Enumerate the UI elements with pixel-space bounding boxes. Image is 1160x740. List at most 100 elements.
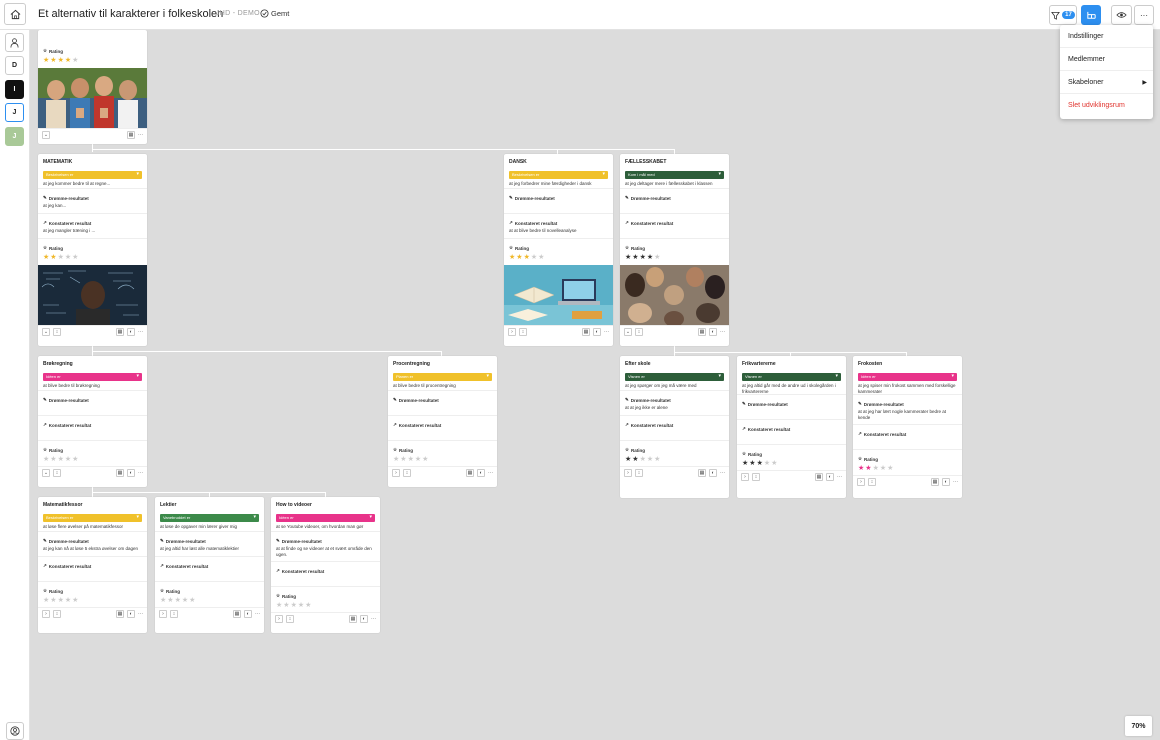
calendar-icon[interactable]: ▦ bbox=[815, 472, 823, 481]
status-dropdown[interactable]: Beskrivelsen er bbox=[509, 171, 608, 179]
calendar-icon[interactable]: ▦ bbox=[582, 327, 590, 336]
drag-icon[interactable]: ↕ bbox=[752, 472, 760, 481]
sidebar-item-i[interactable]: I bbox=[5, 80, 24, 99]
status-dropdown[interactable]: Planen er bbox=[393, 373, 492, 381]
calendar-icon[interactable]: ▦ bbox=[698, 468, 706, 477]
card-lektier[interactable]: Lektier Vanebruddet er at løse de opgave… bbox=[155, 497, 264, 633]
star-empty-icon[interactable]: ★ bbox=[50, 597, 57, 604]
star-empty-icon[interactable]: ★ bbox=[58, 456, 65, 463]
star-rating[interactable]: ★★★★★ bbox=[271, 601, 380, 612]
star-empty-icon[interactable]: ★ bbox=[72, 597, 79, 604]
calendar-icon[interactable]: ▦ bbox=[931, 477, 939, 486]
ellipsis-icon[interactable]: ··· bbox=[255, 611, 260, 617]
copy-icon[interactable]: ◐ bbox=[709, 327, 717, 336]
star-rating[interactable]: ★★★★★ bbox=[737, 459, 846, 470]
zoom-level[interactable]: 70% bbox=[1125, 716, 1152, 736]
star-rating[interactable]: ★★★★★ bbox=[38, 56, 147, 67]
drag-icon[interactable]: ↕ bbox=[53, 609, 61, 618]
account-button[interactable] bbox=[6, 722, 24, 740]
card-frikvartererne[interactable]: Frikvartererne Visnen er at jeg altid gå… bbox=[737, 356, 846, 498]
star-empty-icon[interactable]: ★ bbox=[50, 456, 57, 463]
card-efter-skole[interactable]: Efter skole Visnen er at jeg spørger om … bbox=[620, 356, 729, 498]
more-options-button[interactable]: ··· bbox=[1134, 5, 1154, 25]
chevron-down-icon[interactable]: ⌄ bbox=[42, 130, 50, 139]
star-filled-icon[interactable]: ★ bbox=[50, 57, 57, 64]
star-empty-icon[interactable]: ★ bbox=[175, 597, 182, 604]
copy-icon[interactable]: ◐ bbox=[244, 609, 252, 618]
drag-icon[interactable]: ↕ bbox=[170, 609, 178, 618]
copy-icon[interactable]: ◐ bbox=[360, 614, 368, 623]
star-filled-icon[interactable]: ★ bbox=[524, 254, 531, 261]
copy-icon[interactable]: ◐ bbox=[477, 468, 485, 477]
status-dropdown[interactable]: Visnen er bbox=[742, 373, 841, 381]
star-empty-icon[interactable]: ★ bbox=[72, 456, 79, 463]
drag-icon[interactable]: ↕ bbox=[403, 468, 411, 477]
card-procentregning[interactable]: Procentregning Planen er at blive bedre … bbox=[388, 356, 497, 487]
card-dansk[interactable]: DANSK Beskrivelsen er at jeg forbedrer m… bbox=[504, 154, 613, 346]
copy-icon[interactable]: ◐ bbox=[127, 468, 135, 477]
drag-icon[interactable]: ↕ bbox=[53, 327, 61, 336]
card-how-to-videoer[interactable]: How to videoer Idéen er at se Youtube vi… bbox=[271, 497, 380, 633]
chevron-down-icon[interactable]: › bbox=[857, 477, 865, 486]
star-rating[interactable]: ★★★★★ bbox=[853, 464, 962, 475]
star-filled-icon[interactable]: ★ bbox=[516, 254, 523, 261]
star-empty-icon[interactable]: ★ bbox=[400, 456, 407, 463]
ellipsis-icon[interactable]: ··· bbox=[720, 470, 725, 476]
status-dropdown[interactable]: Kom i mål med bbox=[625, 171, 724, 179]
drag-icon[interactable]: ↕ bbox=[635, 327, 643, 336]
copy-icon[interactable]: ◐ bbox=[709, 468, 717, 477]
star-filled-icon[interactable]: ★ bbox=[640, 254, 647, 261]
copy-icon[interactable]: ◐ bbox=[127, 609, 135, 618]
star-empty-icon[interactable]: ★ bbox=[873, 465, 880, 472]
ellipsis-icon[interactable]: ··· bbox=[138, 470, 143, 476]
filter-button[interactable]: 17 bbox=[1049, 5, 1077, 25]
star-rating[interactable]: ★★★★★ bbox=[504, 253, 613, 264]
chevron-down-icon[interactable]: › bbox=[159, 609, 167, 618]
calendar-icon[interactable]: ▦ bbox=[233, 609, 241, 618]
status-dropdown[interactable]: Idéen er bbox=[276, 514, 375, 522]
calendar-icon[interactable]: ▦ bbox=[116, 468, 124, 477]
copy-icon[interactable]: ◐ bbox=[826, 472, 834, 481]
sidebar-item-j[interactable]: J bbox=[5, 103, 24, 122]
tree-view-button[interactable] bbox=[1081, 5, 1101, 25]
calendar-icon[interactable]: ▦ bbox=[349, 614, 357, 623]
calendar-icon[interactable]: ▦ bbox=[116, 609, 124, 618]
card-broekregning[interactable]: Brøkregning Idéen er at blive bedre til … bbox=[38, 356, 147, 487]
sidebar-person-button[interactable] bbox=[5, 33, 24, 52]
chevron-down-icon[interactable]: › bbox=[624, 468, 632, 477]
chevron-down-icon[interactable]: › bbox=[508, 327, 516, 336]
star-rating[interactable]: ★★★★★ bbox=[38, 253, 147, 264]
star-empty-icon[interactable]: ★ bbox=[538, 254, 545, 261]
ellipsis-icon[interactable]: ··· bbox=[138, 611, 143, 617]
star-empty-icon[interactable]: ★ bbox=[58, 254, 65, 261]
star-filled-icon[interactable]: ★ bbox=[757, 460, 764, 467]
status-dropdown[interactable]: Beskrivelsen er bbox=[43, 514, 142, 522]
chevron-down-icon[interactable]: › bbox=[392, 468, 400, 477]
star-empty-icon[interactable]: ★ bbox=[422, 456, 429, 463]
star-empty-icon[interactable]: ★ bbox=[167, 597, 174, 604]
star-empty-icon[interactable]: ★ bbox=[305, 602, 312, 609]
star-rating[interactable]: ★★★★★ bbox=[620, 455, 729, 466]
star-filled-icon[interactable]: ★ bbox=[632, 254, 639, 261]
star-rating[interactable]: ★★★★★ bbox=[38, 455, 147, 466]
status-dropdown[interactable]: Vanebruddet er bbox=[160, 514, 259, 522]
card-faellesskabet[interactable]: FÆLLESSKABET Kom i mål med at jeg deltag… bbox=[620, 154, 729, 346]
sidebar-item-j-green[interactable]: J bbox=[5, 127, 24, 146]
menu-item-delete-room[interactable]: Slet udviklingsrum bbox=[1060, 94, 1153, 117]
ellipsis-icon[interactable]: ··· bbox=[953, 479, 958, 485]
star-filled-icon[interactable]: ★ bbox=[749, 460, 756, 467]
chevron-down-icon[interactable]: › bbox=[42, 609, 50, 618]
star-empty-icon[interactable]: ★ bbox=[654, 456, 661, 463]
menu-item-templates[interactable]: Skabeloner ▶ bbox=[1060, 71, 1153, 94]
star-filled-icon[interactable]: ★ bbox=[632, 456, 639, 463]
star-empty-icon[interactable]: ★ bbox=[72, 57, 79, 64]
home-button[interactable] bbox=[4, 3, 26, 25]
star-empty-icon[interactable]: ★ bbox=[291, 602, 298, 609]
chevron-down-icon[interactable]: › bbox=[741, 472, 749, 481]
copy-icon[interactable]: ◐ bbox=[593, 327, 601, 336]
star-empty-icon[interactable]: ★ bbox=[887, 465, 894, 472]
calendar-icon[interactable]: ▦ bbox=[698, 327, 706, 336]
card-matematikfessor[interactable]: Matematikfessor Beskrivelsen er at løse … bbox=[38, 497, 147, 633]
drag-icon[interactable]: ↕ bbox=[53, 468, 61, 477]
star-filled-icon[interactable]: ★ bbox=[865, 465, 872, 472]
